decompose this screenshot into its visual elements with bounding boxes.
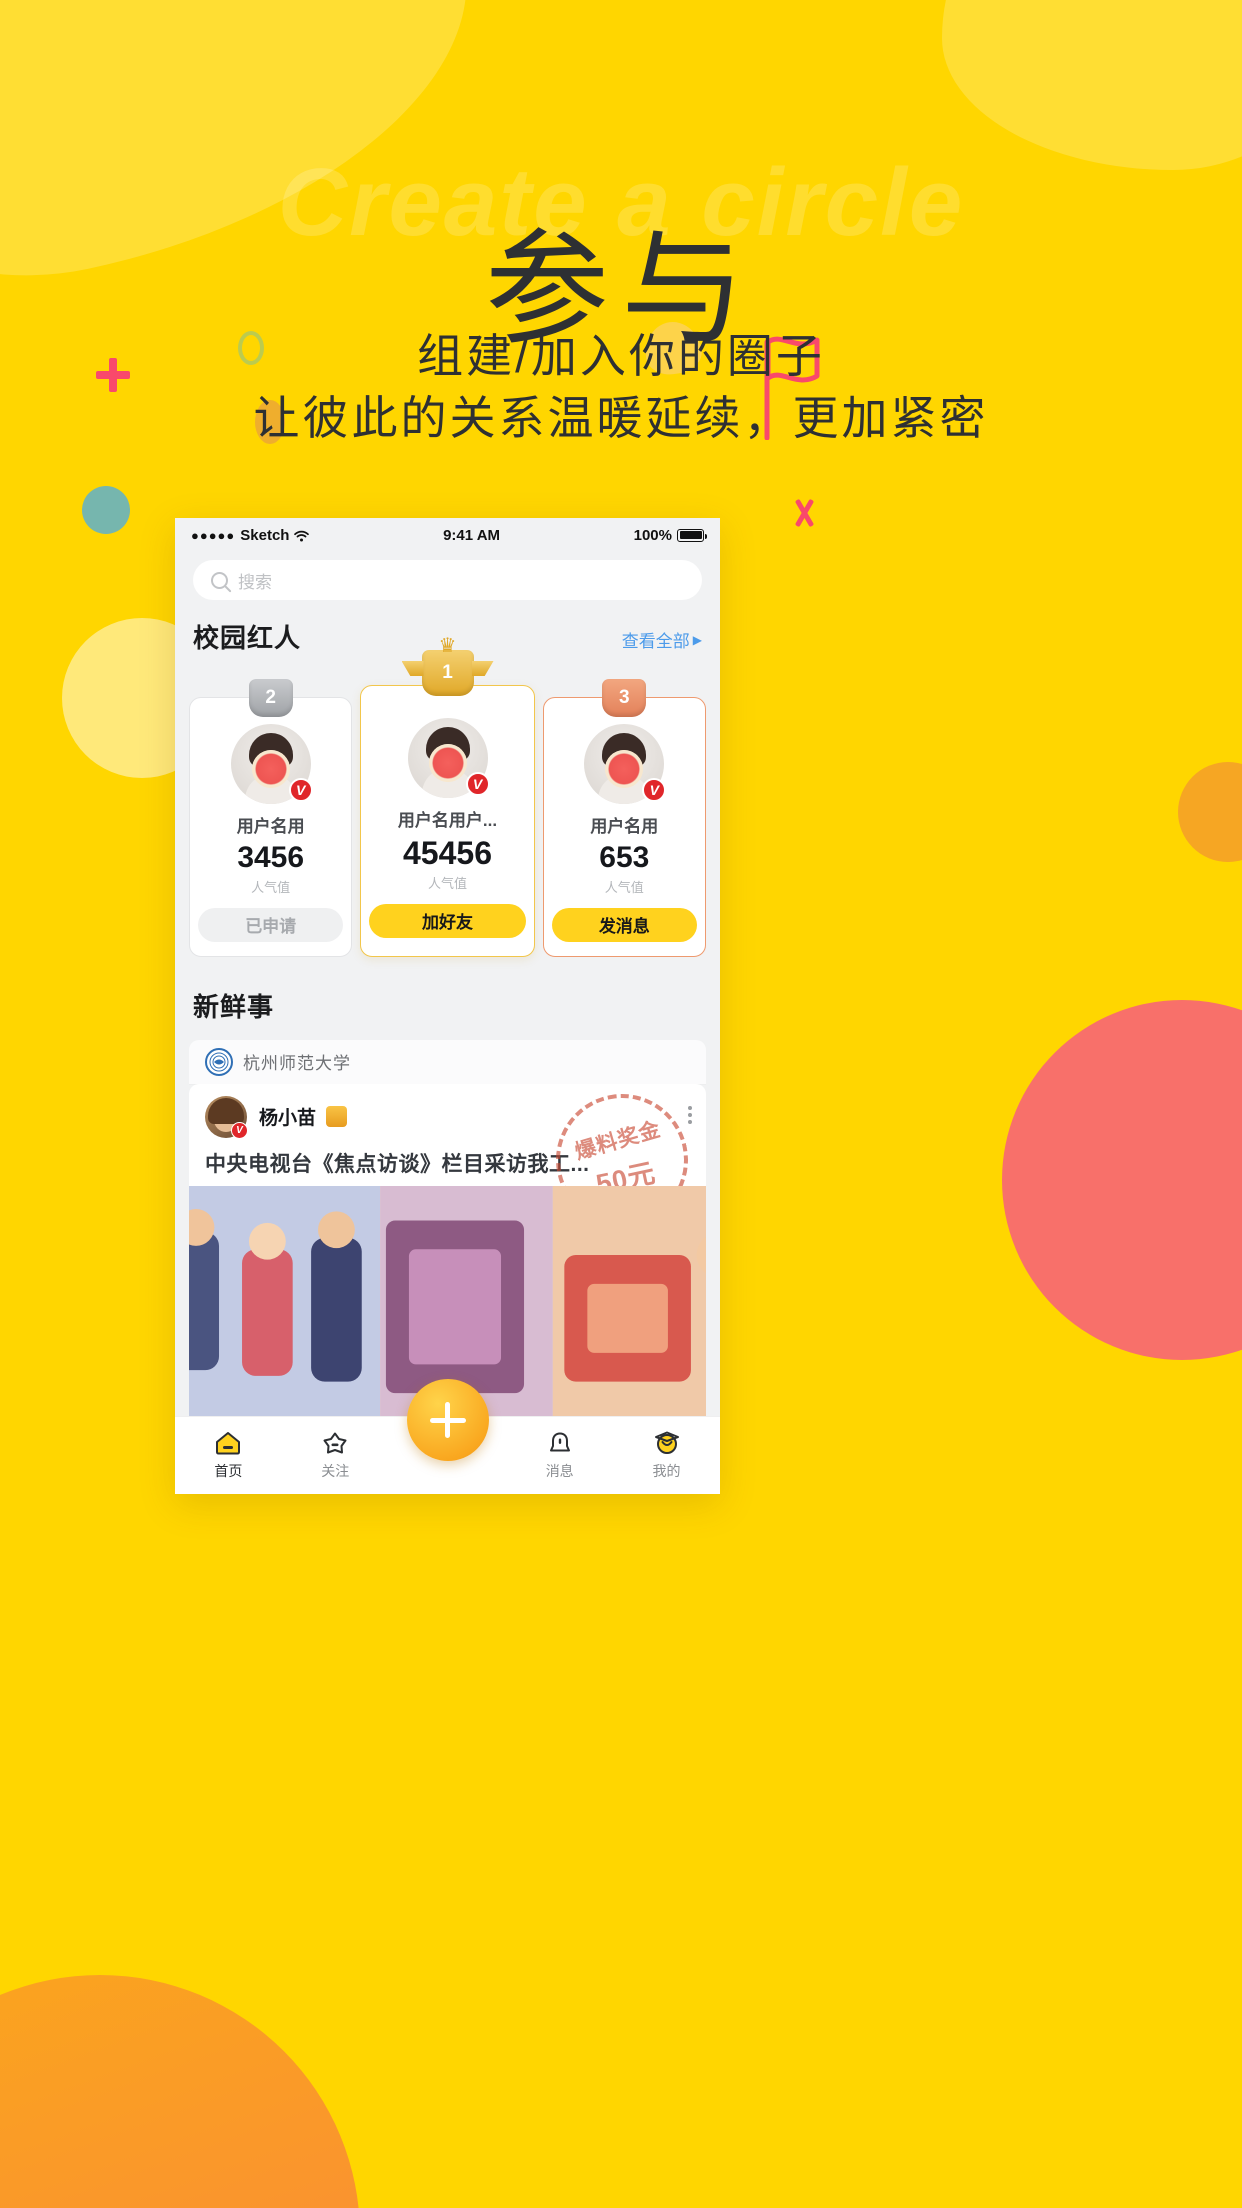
salmon-circle-shape bbox=[1002, 1000, 1242, 1360]
home-icon bbox=[214, 1430, 242, 1456]
gold-circle-shape bbox=[1178, 762, 1242, 862]
tab-follow[interactable]: 关注 bbox=[282, 1430, 389, 1481]
avatar[interactable]: V bbox=[205, 1095, 248, 1139]
post-header: V 杨小苗 bbox=[189, 1084, 706, 1139]
school-crest-icon bbox=[205, 1047, 233, 1076]
carrier-label: Sketch bbox=[240, 526, 290, 544]
phone-mockup: ●●●●● Sketch 9:41 AM 100% 搜索 校园红人 查看全部 ▶… bbox=[175, 518, 720, 1494]
avatar[interactable]: V bbox=[584, 724, 667, 805]
teal-circle-shape bbox=[82, 486, 130, 534]
star-icon bbox=[321, 1430, 349, 1456]
hero-subtitle-2: 让彼此的关系温暖延续，更加紧密 bbox=[253, 392, 989, 444]
signal-dots-icon: ●●●●● bbox=[191, 527, 236, 543]
news-section-title: 新鲜事 bbox=[193, 991, 275, 1022]
bell-icon bbox=[546, 1430, 574, 1456]
ranking-card-rank-1[interactable]: ♛ 1 V 用户名用户... 45456 人气值 加好友 bbox=[360, 635, 535, 957]
tab-profile[interactable]: 我的 bbox=[613, 1430, 720, 1481]
kebab-menu-icon[interactable] bbox=[688, 1105, 692, 1124]
feed-post-card[interactable]: 爆料奖金 50元 V 杨小苗 中央电视台《焦点访谈》栏目采访我工... bbox=[189, 1083, 706, 1416]
tab-messages[interactable]: 消息 bbox=[506, 1430, 613, 1481]
chevron-right-icon: ▶ bbox=[692, 632, 702, 647]
bottom-tab-bar: 首页 关注 消息 我的 bbox=[175, 1379, 720, 1494]
verified-v-icon: V bbox=[231, 1121, 248, 1139]
medal-bronze-icon: 3 bbox=[602, 679, 647, 718]
applied-button[interactable]: 已申请 bbox=[198, 907, 344, 942]
search-icon bbox=[211, 571, 228, 589]
tab-follow-label: 关注 bbox=[321, 1463, 350, 1479]
orange-circle-shape bbox=[0, 1975, 360, 2208]
medal-silver-icon: 2 bbox=[248, 679, 293, 718]
ranking-card-row: 2 V 用户名用 3456 人气值 已申请 ♛ 1 V 用户名用户... 454… bbox=[175, 635, 720, 957]
cross-icon-decoration bbox=[790, 498, 820, 528]
battery-full-icon bbox=[677, 528, 707, 542]
rank-number: 3 bbox=[619, 687, 630, 709]
popularity-label: 人气值 bbox=[251, 879, 291, 895]
battery-percent-label: 100% bbox=[633, 526, 672, 544]
wifi-icon bbox=[294, 529, 310, 542]
status-time: 9:41 AM bbox=[443, 526, 501, 544]
username-label: 用户名用 bbox=[236, 817, 305, 837]
popularity-score: 3456 bbox=[237, 841, 305, 875]
add-friend-button[interactable]: 加好友 bbox=[369, 903, 526, 938]
view-all-label: 查看全部 bbox=[621, 632, 690, 651]
hero-subtitle-1: 组建/加入你的圈子 bbox=[417, 330, 825, 382]
verified-v-icon: V bbox=[642, 778, 667, 803]
ranking-section-title: 校园红人 bbox=[193, 623, 302, 653]
popularity-score: 45456 bbox=[403, 835, 492, 871]
view-all-link[interactable]: 查看全部 ▶ bbox=[622, 627, 702, 652]
profile-icon bbox=[653, 1430, 681, 1456]
school-name-label: 杭州师范大学 bbox=[243, 1054, 351, 1074]
medal-gold-icon: ♛ 1 bbox=[421, 635, 474, 696]
verified-v-icon: V bbox=[288, 778, 313, 803]
avatar[interactable]: V bbox=[230, 724, 313, 805]
news-section-header: 新鲜事 bbox=[175, 957, 720, 1034]
send-message-button[interactable]: 发消息 bbox=[551, 907, 697, 942]
crown-icon: ♛ bbox=[438, 635, 457, 657]
username-label: 用户名用 bbox=[590, 817, 659, 837]
post-title: 中央电视台《焦点访谈》栏目采访我工... bbox=[205, 1152, 590, 1176]
popularity-label: 人气值 bbox=[427, 875, 467, 891]
popularity-label: 人气值 bbox=[604, 879, 644, 895]
school-tag[interactable]: 杭州师范大学 bbox=[189, 1039, 706, 1084]
search-input[interactable]: 搜索 bbox=[193, 560, 702, 600]
ranking-card-rank-3[interactable]: 3 V 用户名用 653 人气值 发消息 bbox=[542, 679, 706, 957]
avatar[interactable]: V bbox=[407, 718, 490, 798]
blob-top-right-shape bbox=[942, 0, 1242, 170]
tab-home[interactable]: 首页 bbox=[175, 1430, 282, 1481]
tab-messages-label: 消息 bbox=[545, 1463, 574, 1479]
search-placeholder: 搜索 bbox=[238, 572, 272, 592]
post-author-name: 杨小苗 bbox=[259, 1108, 317, 1130]
search-area: 搜索 bbox=[175, 552, 720, 610]
create-post-button[interactable] bbox=[406, 1379, 489, 1461]
tab-profile-label: 我的 bbox=[652, 1463, 681, 1479]
username-label: 用户名用户... bbox=[397, 811, 498, 830]
rank-number: 2 bbox=[265, 687, 276, 709]
ranking-card-rank-2[interactable]: 2 V 用户名用 3456 人气值 已申请 bbox=[189, 679, 353, 957]
tab-home-label: 首页 bbox=[214, 1463, 243, 1479]
popularity-score: 653 bbox=[599, 841, 650, 875]
status-bar: ●●●●● Sketch 9:41 AM 100% bbox=[175, 518, 720, 552]
verified-v-icon: V bbox=[465, 772, 490, 796]
rank-number: 1 bbox=[442, 662, 453, 683]
vip-badge-icon bbox=[326, 1106, 348, 1128]
